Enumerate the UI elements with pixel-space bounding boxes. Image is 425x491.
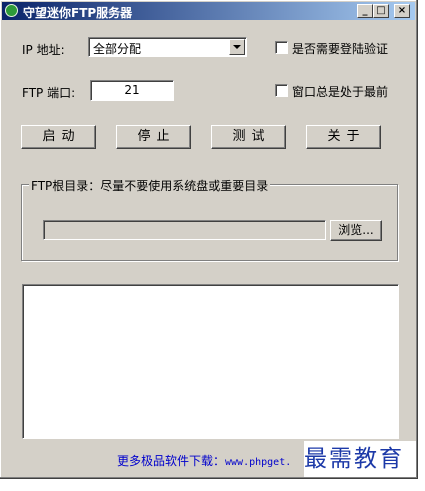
login-check-checkbox[interactable] (275, 41, 288, 54)
ip-label: IP 地址: (22, 43, 65, 57)
root-dir-group-title: FTP根目录：尽量不要使用系统盘或重要目录 (29, 177, 271, 194)
maximize-button[interactable]: □ (373, 4, 389, 18)
close-button[interactable]: × (394, 4, 410, 18)
ip-select-value: 全部分配 (93, 42, 142, 56)
always-on-top-checkbox[interactable] (275, 84, 288, 97)
ip-select[interactable]: 全部分配 (88, 37, 247, 57)
log-textarea[interactable] (22, 284, 399, 439)
browse-button[interactable]: 浏览... (330, 220, 382, 241)
app-icon (5, 4, 18, 17)
download-link-text: 更多极品软件下载： (117, 454, 226, 468)
stop-button[interactable]: 停止 (116, 125, 191, 149)
download-link[interactable]: 更多极品软件下载：www.phpget. (117, 452, 291, 469)
minimize-button[interactable]: _ (357, 4, 373, 18)
watermark-logo: 最需教育 (304, 441, 416, 477)
test-button[interactable]: 测试 (211, 125, 286, 149)
root-dir-path-input[interactable] (43, 220, 326, 240)
port-input[interactable]: 21 (90, 80, 174, 101)
window-title: 守望迷你FTP服务器 (23, 6, 133, 20)
main-window: 守望迷你FTP服务器 _ □ × IP 地址: 全部分配 是否需要登陆验证 FT… (0, 0, 418, 479)
chevron-down-icon[interactable] (229, 39, 245, 55)
start-button[interactable]: 启动 (21, 125, 96, 149)
port-label: FTP 端口: (22, 86, 76, 100)
title-bar[interactable]: 守望迷你FTP服务器 _ □ × (2, 2, 415, 20)
always-on-top-label: 窗口总是处于最前 (292, 85, 389, 99)
download-link-url: www.phpget. (225, 457, 292, 468)
login-check-label: 是否需要登陆验证 (292, 42, 389, 56)
about-button[interactable]: 关于 (306, 125, 381, 149)
